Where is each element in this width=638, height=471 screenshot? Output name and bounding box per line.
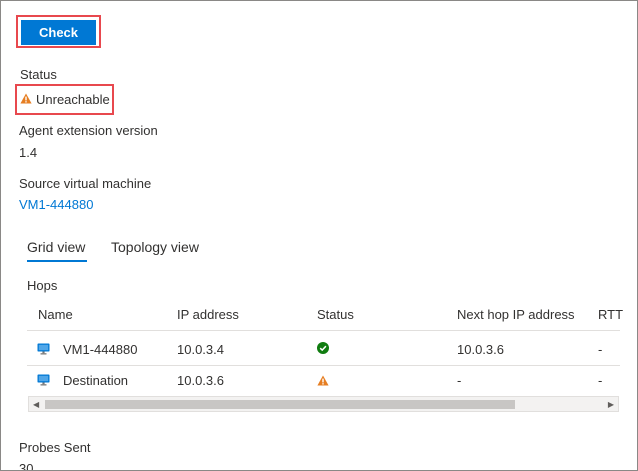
agent-extension-value: 1.4 [19,145,38,160]
warning-icon [317,373,329,391]
column-header-next-hop-ip[interactable]: Next hop IP address [457,307,575,322]
column-header-name[interactable]: Name [38,307,73,322]
horizontal-scrollbar[interactable]: ◀ ▶ [28,396,619,412]
header-divider [27,330,620,331]
agent-extension-label: Agent extension version [19,123,158,138]
probes-sent-value: 30 [19,461,34,471]
warning-icon [20,92,36,107]
row-rtt: - [598,342,603,357]
column-header-rtt[interactable]: RTT [598,307,623,322]
status-label: Status [20,67,57,82]
row-next-hop-ip: 10.0.3.6 [457,342,504,357]
scrollbar-thumb[interactable] [45,400,515,409]
row-divider [27,365,620,366]
source-vm-label: Source virtual machine [19,176,152,191]
column-header-status[interactable]: Status [317,307,354,322]
scroll-left-icon[interactable]: ◀ [33,400,39,409]
hops-label: Hops [27,278,58,293]
row-ip-address: 10.0.3.4 [177,342,224,357]
tab-topology-view[interactable]: Topology view [111,239,199,255]
row-name: Destination [63,373,129,388]
row-ip-address: 10.0.3.6 [177,373,224,388]
row-name-link[interactable]: VM1-444880 [63,342,137,357]
column-header-ip-address[interactable]: IP address [177,307,239,322]
connection-troubleshoot-panel: Check Status Unreachable Agent extension… [0,0,638,471]
active-tab-indicator [27,260,87,262]
status-value: Unreachable [36,91,110,107]
status-value-row: Unreachable [20,91,110,107]
vm-monitor-icon [37,373,50,391]
scroll-right-icon[interactable]: ▶ [608,400,614,409]
probes-sent-label: Probes Sent [19,440,91,455]
row-next-hop-ip: - [457,373,462,388]
check-button[interactable]: Check [21,20,96,45]
success-check-icon [317,341,329,359]
source-vm-link[interactable]: VM1-444880 [19,197,93,212]
tab-grid-view[interactable]: Grid view [27,239,85,255]
row-rtt: - [598,373,603,388]
vm-monitor-icon [37,342,50,360]
